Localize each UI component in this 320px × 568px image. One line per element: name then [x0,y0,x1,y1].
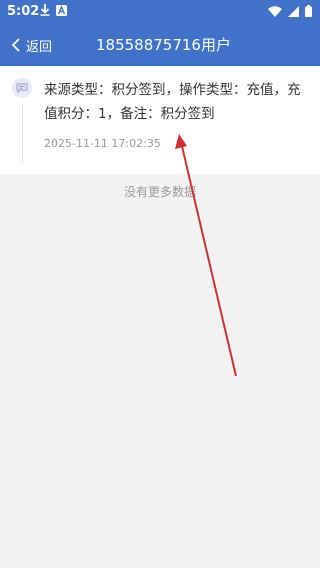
back-label: 返回 [26,39,53,55]
signal-icon [288,5,299,17]
page-title: 18558875716用户 [96,36,231,54]
chevron-left-icon [11,38,20,52]
record-timestamp: 2025-11-11 17:02:35 [44,137,161,150]
record-avatar [12,78,32,98]
no-more-data-text: 没有更多数据 [123,185,196,199]
status-icons-right [268,5,312,17]
record-list: 来源类型：积分签到，操作类型：充值，充值积分：1，备注：积分签到 2025-11… [0,66,320,174]
battery-icon [305,5,312,17]
status-time: 5:02 [7,4,40,19]
timeline-line [22,104,23,164]
status-icons-left [40,4,67,16]
app-bar: 返回 18558875716用户 [0,24,320,66]
status-bar: 5:02 [0,0,320,24]
font-icon [56,4,67,16]
chat-icon [16,83,28,93]
record-description: 来源类型：积分签到，操作类型：充值，充值积分：1，备注：积分签到 [44,82,301,122]
download-icon [40,4,50,16]
wifi-icon [268,5,282,17]
annotation-arrow-line [180,141,237,377]
back-button[interactable]: 返回 [10,24,52,66]
